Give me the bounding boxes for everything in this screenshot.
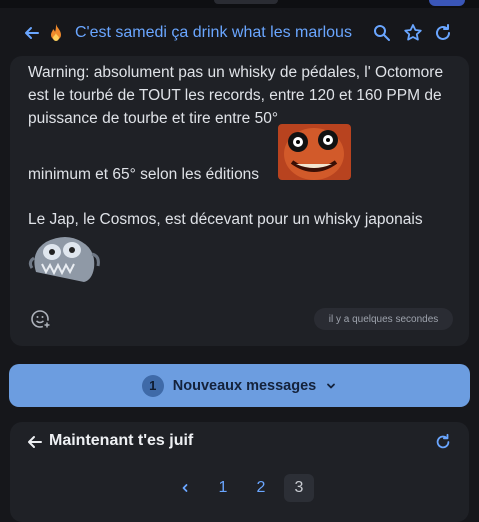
post-card: Warning: absolument pas un whisky de péd… <box>10 56 469 346</box>
star-icon[interactable] <box>403 23 423 43</box>
page-link-2[interactable]: 2 <box>246 474 276 502</box>
browser-top-strip <box>0 0 479 8</box>
back-arrow-icon[interactable] <box>22 23 42 43</box>
page-link-1[interactable]: 1 <box>208 474 238 502</box>
grinning-face-sticker <box>278 124 351 180</box>
pagination: 1 2 3 <box>170 474 314 502</box>
new-messages-banner[interactable]: 1 Nouveaux messages <box>9 364 470 407</box>
refresh-icon[interactable] <box>434 433 452 451</box>
avatar[interactable] <box>429 0 465 6</box>
previous-page-icon[interactable] <box>170 474 200 502</box>
search-icon[interactable] <box>372 23 392 43</box>
next-topic-title[interactable]: Maintenant t'es juif <box>49 432 193 450</box>
topic-header: C'est samedi ça drink what les marlous <box>0 12 479 54</box>
back-arrow-icon[interactable] <box>26 433 44 451</box>
chevron-down-icon <box>325 380 337 392</box>
creature-sticker <box>28 232 100 286</box>
new-messages-label: Nouveaux messages <box>172 377 317 394</box>
post-paragraph: Warning: absolument pas un whisky de péd… <box>28 64 444 127</box>
tab-hint <box>214 0 278 4</box>
fire-icon <box>48 23 64 43</box>
post-paragraph: minimum et 65° selon les éditions <box>28 166 260 183</box>
add-reaction-icon[interactable] <box>30 308 52 330</box>
new-messages-count: 1 <box>141 374 164 397</box>
topic-title[interactable]: C'est samedi ça drink what les marlous <box>75 21 365 45</box>
page-link-current[interactable]: 3 <box>284 474 314 502</box>
post-timestamp: il y a quelques secondes <box>314 308 453 330</box>
next-topic-card: Maintenant t'es juif 1 2 3 <box>10 422 469 522</box>
post-paragraph: Le Jap, le Cosmos, est décevant pour un … <box>28 211 423 228</box>
refresh-icon[interactable] <box>433 23 453 43</box>
